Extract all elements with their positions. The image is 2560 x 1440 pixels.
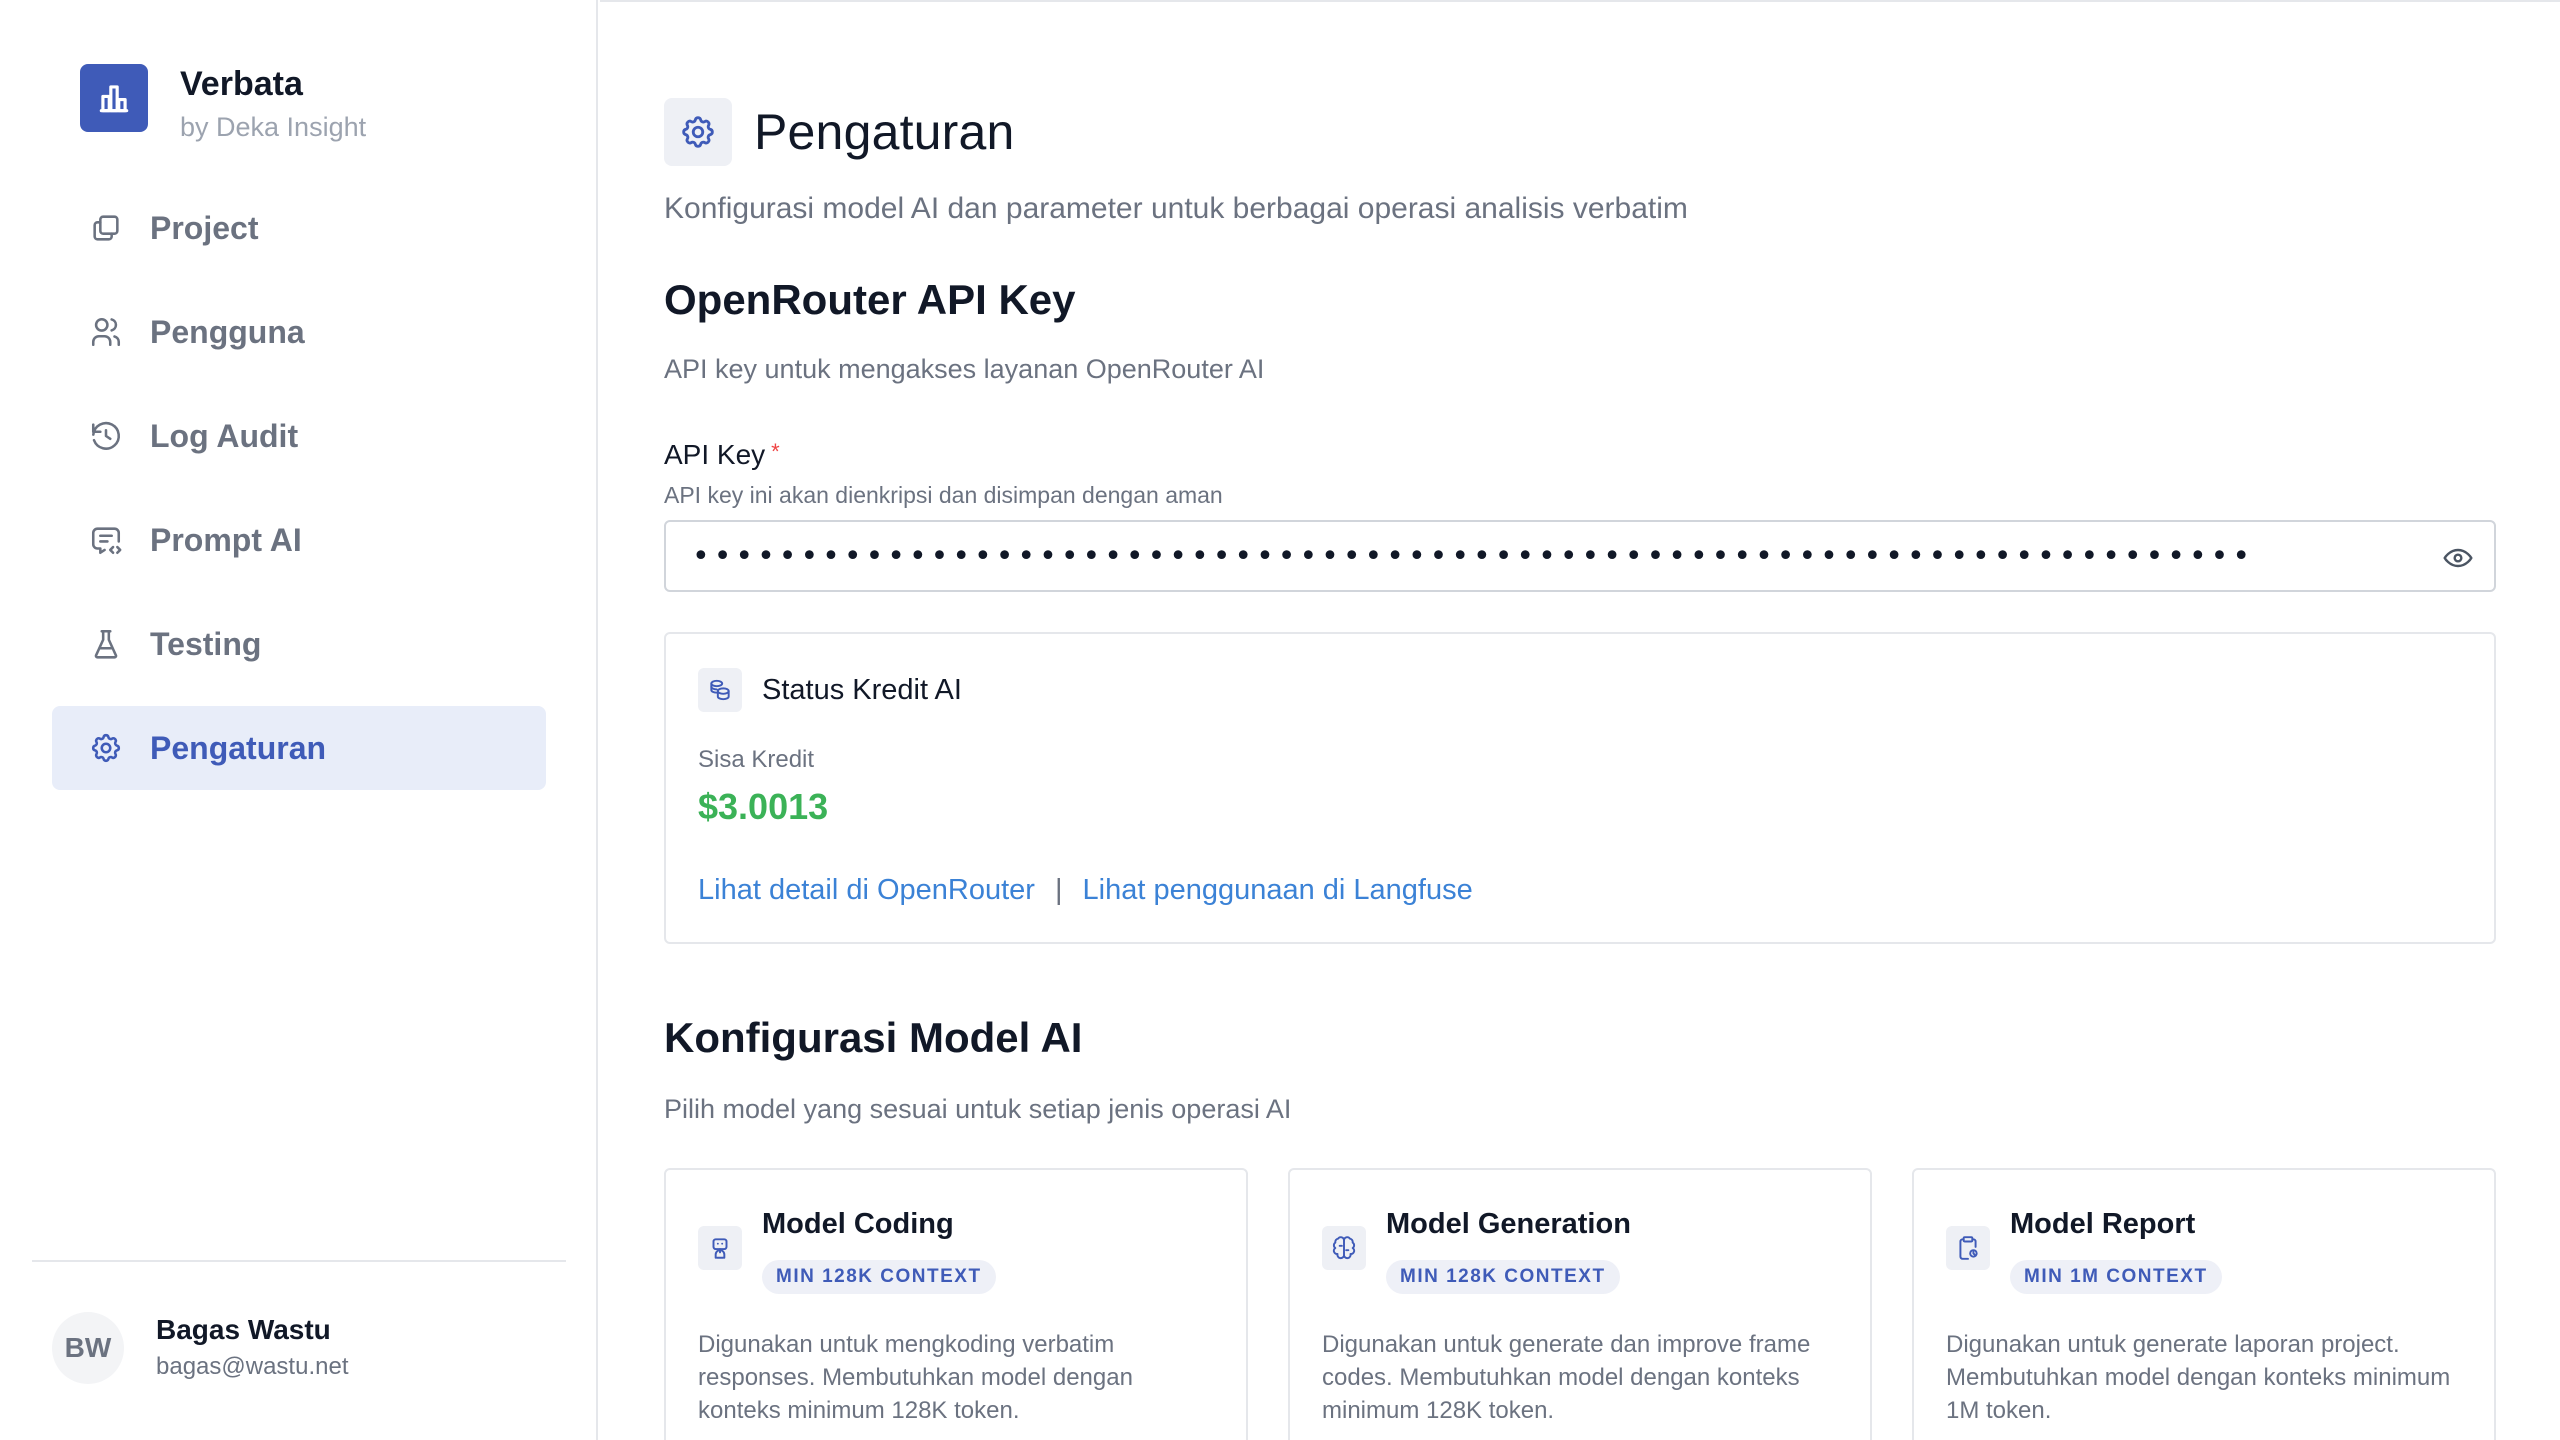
api-key-help: API key ini akan dienkripsi dan disimpan… bbox=[664, 482, 1223, 508]
gear-icon bbox=[88, 730, 124, 766]
users-icon bbox=[88, 314, 124, 350]
sidebar-item-label: Pengaturan bbox=[150, 729, 327, 766]
credit-title: Status Kredit AI bbox=[762, 673, 962, 706]
page-header: Pengaturan bbox=[664, 98, 1015, 166]
avatar: BW bbox=[52, 1312, 124, 1384]
sidebar-item-prompt-ai[interactable]: Prompt AI bbox=[52, 498, 546, 582]
flask-icon bbox=[88, 626, 124, 662]
robot-icon bbox=[698, 1226, 742, 1270]
model-card-description: Digunakan untuk generate dan improve fra… bbox=[1322, 1331, 1811, 1424]
sidebar-item-testing[interactable]: Testing bbox=[52, 602, 546, 686]
sidebar: Verbata by Deka Insight Project Pengguna… bbox=[0, 0, 598, 1440]
credit-status-card: Status Kredit AI Sisa Kredit $3.0013 Lih… bbox=[664, 632, 2496, 944]
model-card-title: Model Generation bbox=[1386, 1208, 1631, 1240]
main-content: Pengaturan Konfigurasi model AI dan para… bbox=[600, 0, 2560, 1440]
api-section-subtitle: API key untuk mengakses layanan OpenRout… bbox=[664, 354, 1265, 384]
credit-value: $3.0013 bbox=[698, 786, 829, 827]
sidebar-item-pengguna[interactable]: Pengguna bbox=[52, 290, 546, 374]
sidebar-item-pengaturan[interactable]: Pengaturan bbox=[52, 706, 546, 790]
sidebar-item-label: Log Audit bbox=[150, 417, 299, 454]
sidebar-item-label: Project bbox=[150, 209, 259, 246]
user-email: bagas@wastu.net bbox=[156, 1353, 349, 1380]
model-card-title: Model Coding bbox=[762, 1208, 954, 1240]
api-key-label-text: API Key bbox=[664, 439, 766, 470]
api-key-input[interactable] bbox=[666, 522, 2366, 590]
model-card-description: Digunakan untuk mengkoding verbatim resp… bbox=[698, 1331, 1133, 1424]
sidebar-item-label: Pengguna bbox=[150, 313, 305, 350]
langfuse-usage-link[interactable]: Lihat penggunaan di Langfuse bbox=[1083, 874, 1473, 907]
user-name: Bagas Wastu bbox=[156, 1314, 331, 1345]
models-section-title: Konfigurasi Model AI bbox=[664, 1014, 1083, 1061]
message-code-icon bbox=[88, 522, 124, 558]
eye-icon[interactable] bbox=[2442, 542, 2474, 574]
required-mark: * bbox=[771, 439, 780, 464]
credit-links: Lihat detail di OpenRouter | Lihat pengg… bbox=[698, 874, 1473, 907]
brand-name: Verbata bbox=[180, 65, 303, 103]
brand-subtitle: by Deka Insight bbox=[180, 112, 367, 142]
api-key-field-wrapper bbox=[664, 520, 2496, 592]
model-card-generation[interactable]: Model Generation MIN 128K CONTEXT Diguna… bbox=[1288, 1168, 1872, 1440]
credit-label: Sisa Kredit bbox=[698, 746, 815, 773]
models-section-subtitle: Pilih model yang sesuai untuk setiap jen… bbox=[664, 1094, 1292, 1124]
sidebar-item-log-audit[interactable]: Log Audit bbox=[52, 394, 546, 478]
api-key-label: API Key * bbox=[664, 439, 780, 471]
sidebar-item-label: Prompt AI bbox=[150, 521, 302, 558]
brand[interactable]: Verbata by Deka Insight bbox=[80, 64, 366, 146]
bar-chart-icon bbox=[80, 64, 148, 132]
page-title: Pengaturan bbox=[754, 104, 1015, 160]
model-card-report[interactable]: Model Report MIN 1M CONTEXT Digunakan un… bbox=[1912, 1168, 2496, 1440]
sidebar-divider bbox=[32, 1260, 566, 1262]
user-profile[interactable]: BW Bagas Wastu bagas@wastu.net bbox=[52, 1312, 348, 1384]
api-section-title: OpenRouter API Key bbox=[664, 276, 1076, 323]
model-card-coding[interactable]: Model Coding MIN 128K CONTEXT Digunakan … bbox=[664, 1168, 1248, 1440]
openrouter-detail-link[interactable]: Lihat detail di OpenRouter bbox=[698, 874, 1035, 907]
gear-icon bbox=[664, 98, 732, 166]
folders-icon bbox=[88, 210, 124, 246]
sidebar-item-label: Testing bbox=[150, 625, 262, 662]
brain-icon bbox=[1322, 1226, 1366, 1270]
clipboard-icon bbox=[1946, 1226, 1990, 1270]
sidebar-item-project[interactable]: Project bbox=[52, 186, 546, 270]
context-badge: MIN 1M CONTEXT bbox=[2010, 1260, 2222, 1294]
coins-icon bbox=[698, 668, 742, 712]
link-separator: | bbox=[1054, 874, 1063, 906]
context-badge: MIN 128K CONTEXT bbox=[1386, 1260, 1620, 1294]
sidebar-nav: Project Pengguna Log Audit Prompt AI Tes… bbox=[52, 186, 546, 810]
model-card-description: Digunakan untuk generate laporan project… bbox=[1946, 1331, 2451, 1424]
history-icon bbox=[88, 418, 124, 454]
model-card-title: Model Report bbox=[2010, 1208, 2196, 1240]
page-subtitle: Konfigurasi model AI dan parameter untuk… bbox=[664, 192, 1688, 225]
context-badge: MIN 128K CONTEXT bbox=[762, 1260, 996, 1294]
